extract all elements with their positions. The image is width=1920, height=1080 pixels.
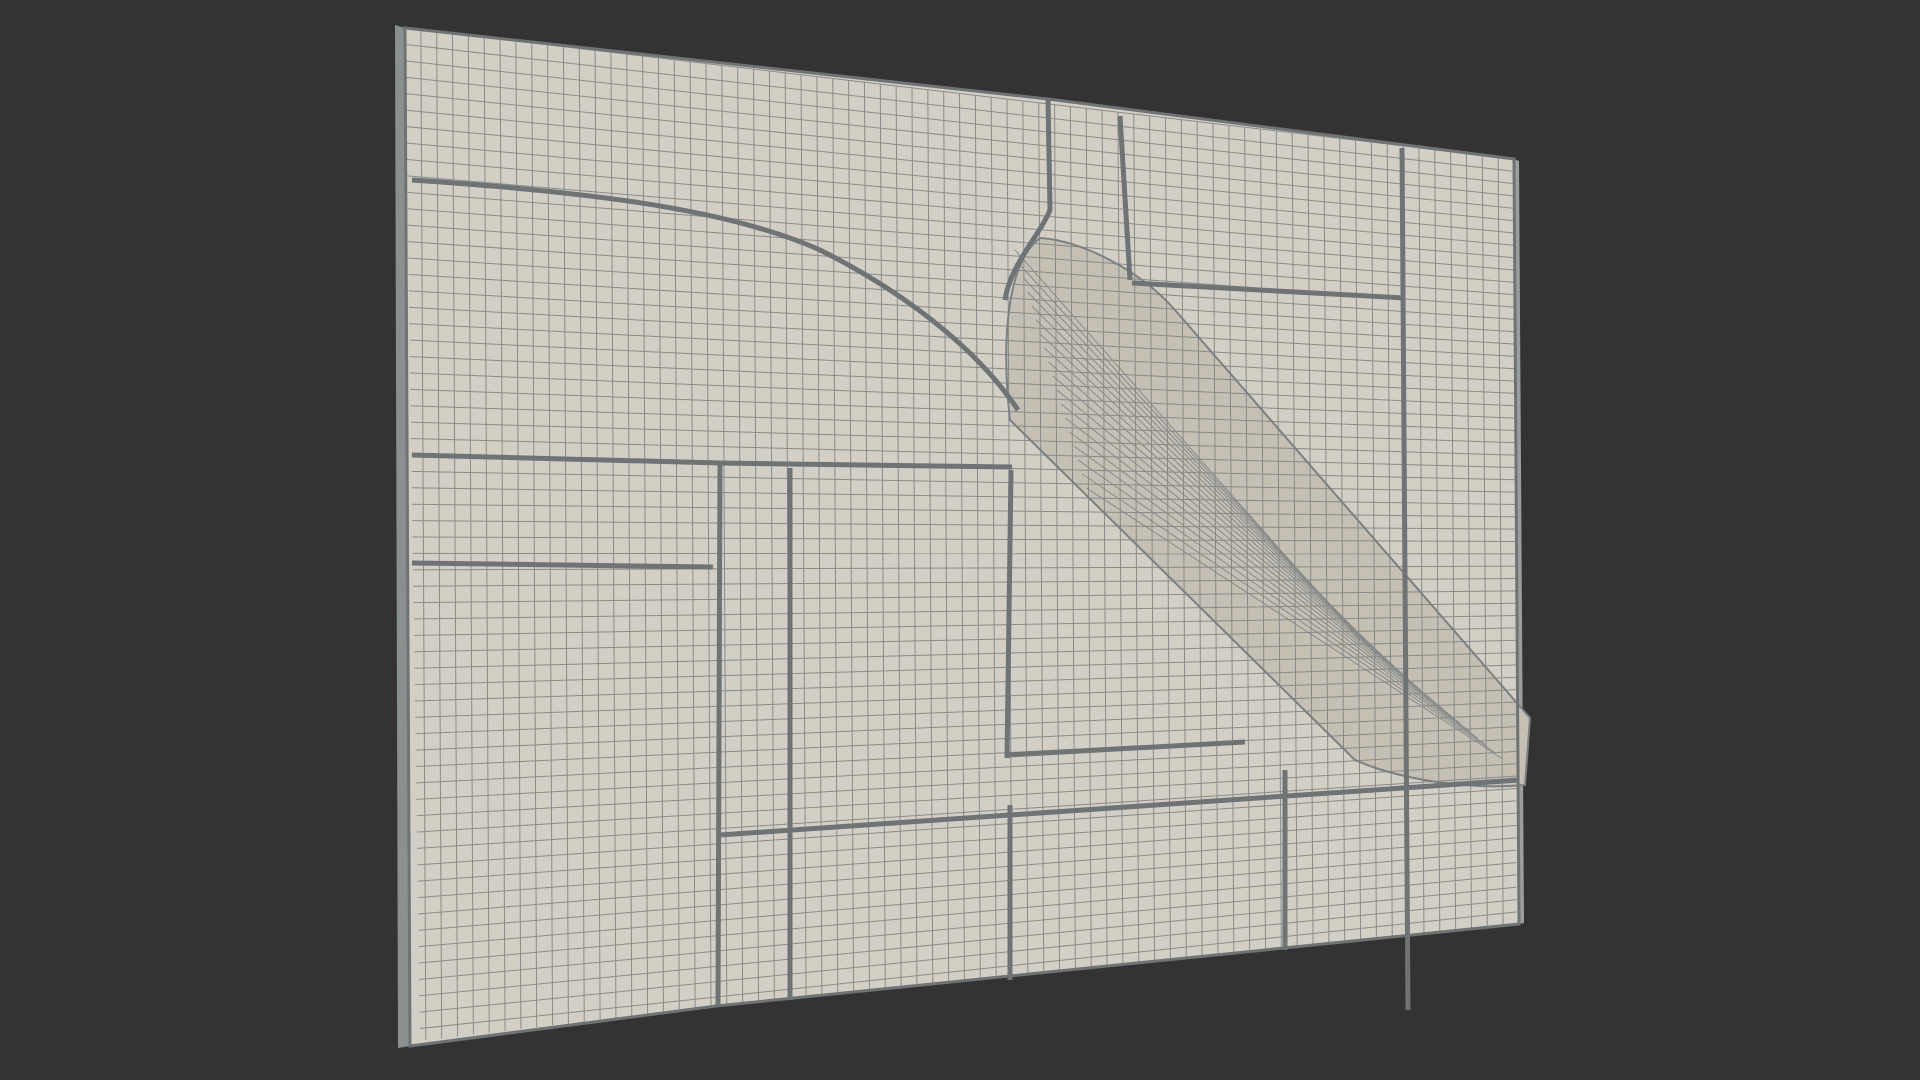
3d-viewport[interactable] (0, 0, 1920, 1080)
wireframe-model (395, 25, 1532, 1048)
